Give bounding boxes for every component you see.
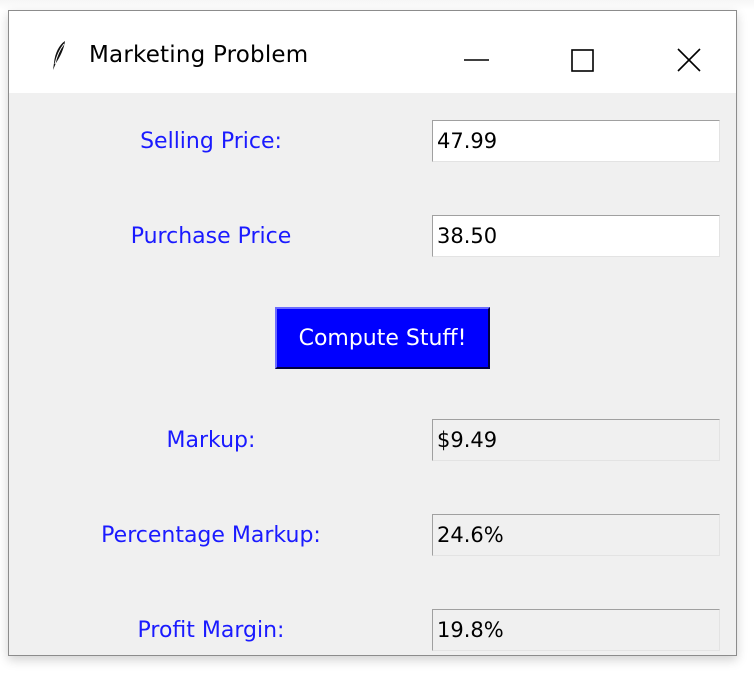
markup-output [432, 419, 720, 461]
app-window: Marketing Problem Selling Price: Purchas… [8, 10, 737, 656]
close-button[interactable] [644, 23, 734, 89]
compute-button[interactable]: Compute Stuff! [275, 307, 490, 369]
profit-margin-label: Profit Margin: [137, 618, 285, 643]
selling-price-label: Selling Price: [140, 129, 282, 154]
close-icon [677, 48, 701, 72]
title-bar[interactable]: Marketing Problem [9, 11, 736, 93]
profit-margin-output [432, 609, 720, 651]
selling-price-input[interactable] [432, 120, 720, 162]
minimize-button[interactable] [431, 23, 521, 89]
purchase-price-label: Purchase Price [130, 224, 292, 249]
markup-label: Markup: [166, 428, 256, 453]
maximize-icon [571, 49, 594, 72]
maximize-button[interactable] [537, 23, 627, 89]
percentage-markup-output [432, 514, 720, 556]
purchase-price-input[interactable] [432, 215, 720, 257]
feather-icon [49, 39, 69, 73]
background-strip [0, 0, 754, 10]
minimize-icon [464, 59, 489, 61]
window-title: Marketing Problem [89, 42, 309, 68]
percentage-markup-label: Percentage Markup: [101, 523, 321, 548]
